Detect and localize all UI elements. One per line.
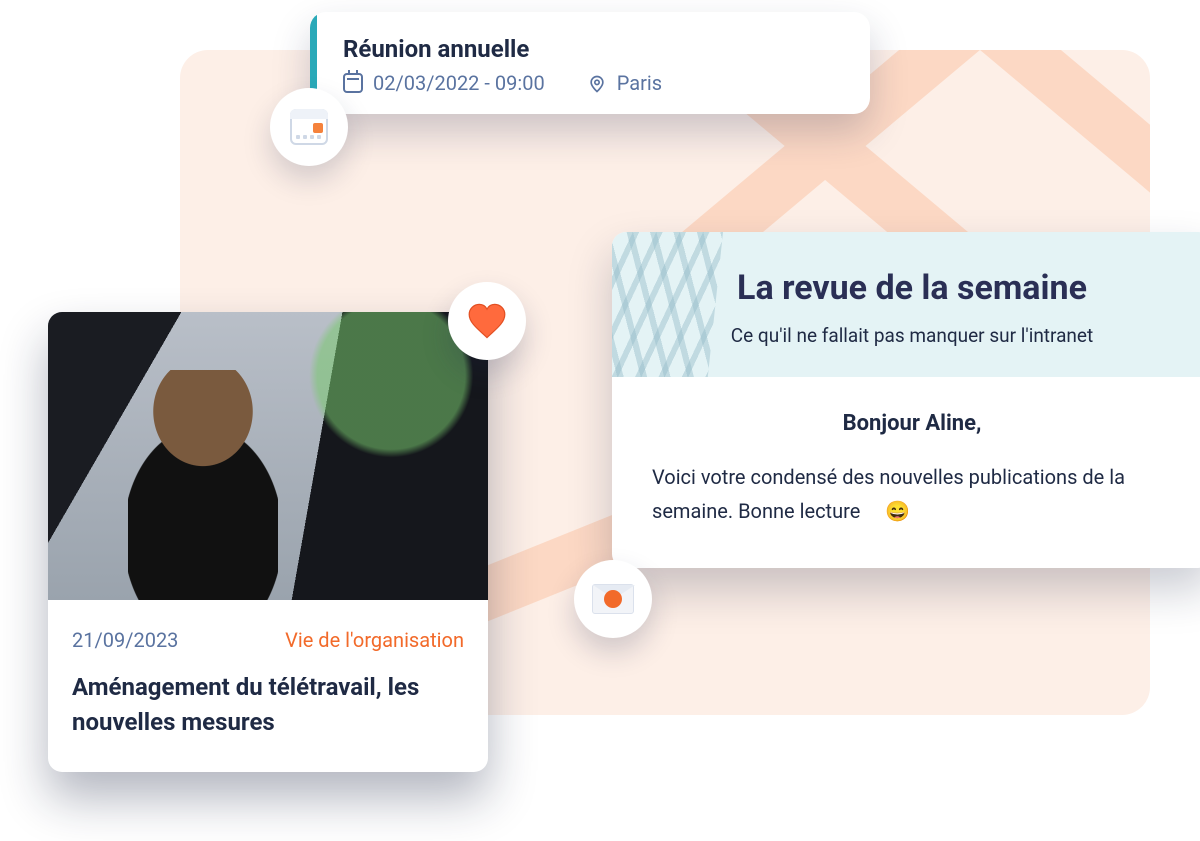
newsletter-greeting: Bonjour Aline, [652,411,1172,436]
location-pin-icon [587,73,607,93]
event-location: Paris [617,71,662,95]
calendar-badge [270,88,348,166]
article-card[interactable]: 21/09/2023 Vie de l'organisation Aménage… [48,312,488,772]
article-date: 21/09/2023 [72,628,178,652]
mail-badge [574,560,652,638]
envelope-seal-icon [604,590,622,608]
event-meta: 02/03/2022 - 09:00 Paris [343,71,662,95]
newsletter-hero: La revue de la semaine Ce qu'il ne falla… [612,232,1200,377]
newsletter-body: Voici votre condensé des nouvelles publi… [652,460,1172,528]
newsletter-title: La revue de la semaine [652,268,1172,308]
event-datetime: 02/03/2022 - 09:00 [373,71,545,95]
calendar-icon [343,73,363,93]
smile-emoji-icon: 😄 [885,499,910,523]
article-image [48,312,488,600]
article-title: Aménagement du télétravail, les nouvelle… [48,660,488,772]
envelope-icon [592,584,634,614]
article-category[interactable]: Vie de l'organisation [285,628,464,652]
like-badge[interactable] [448,282,526,360]
heart-icon [468,303,506,339]
event-card[interactable]: Réunion annuelle 02/03/2022 - 09:00 Pari… [310,12,870,114]
newsletter-subtitle: Ce qu'il ne fallait pas manquer sur l'in… [652,324,1172,347]
calendar-icon [290,109,328,145]
newsletter-card[interactable]: La revue de la semaine Ce qu'il ne falla… [612,232,1200,568]
event-title: Réunion annuelle [343,35,662,63]
